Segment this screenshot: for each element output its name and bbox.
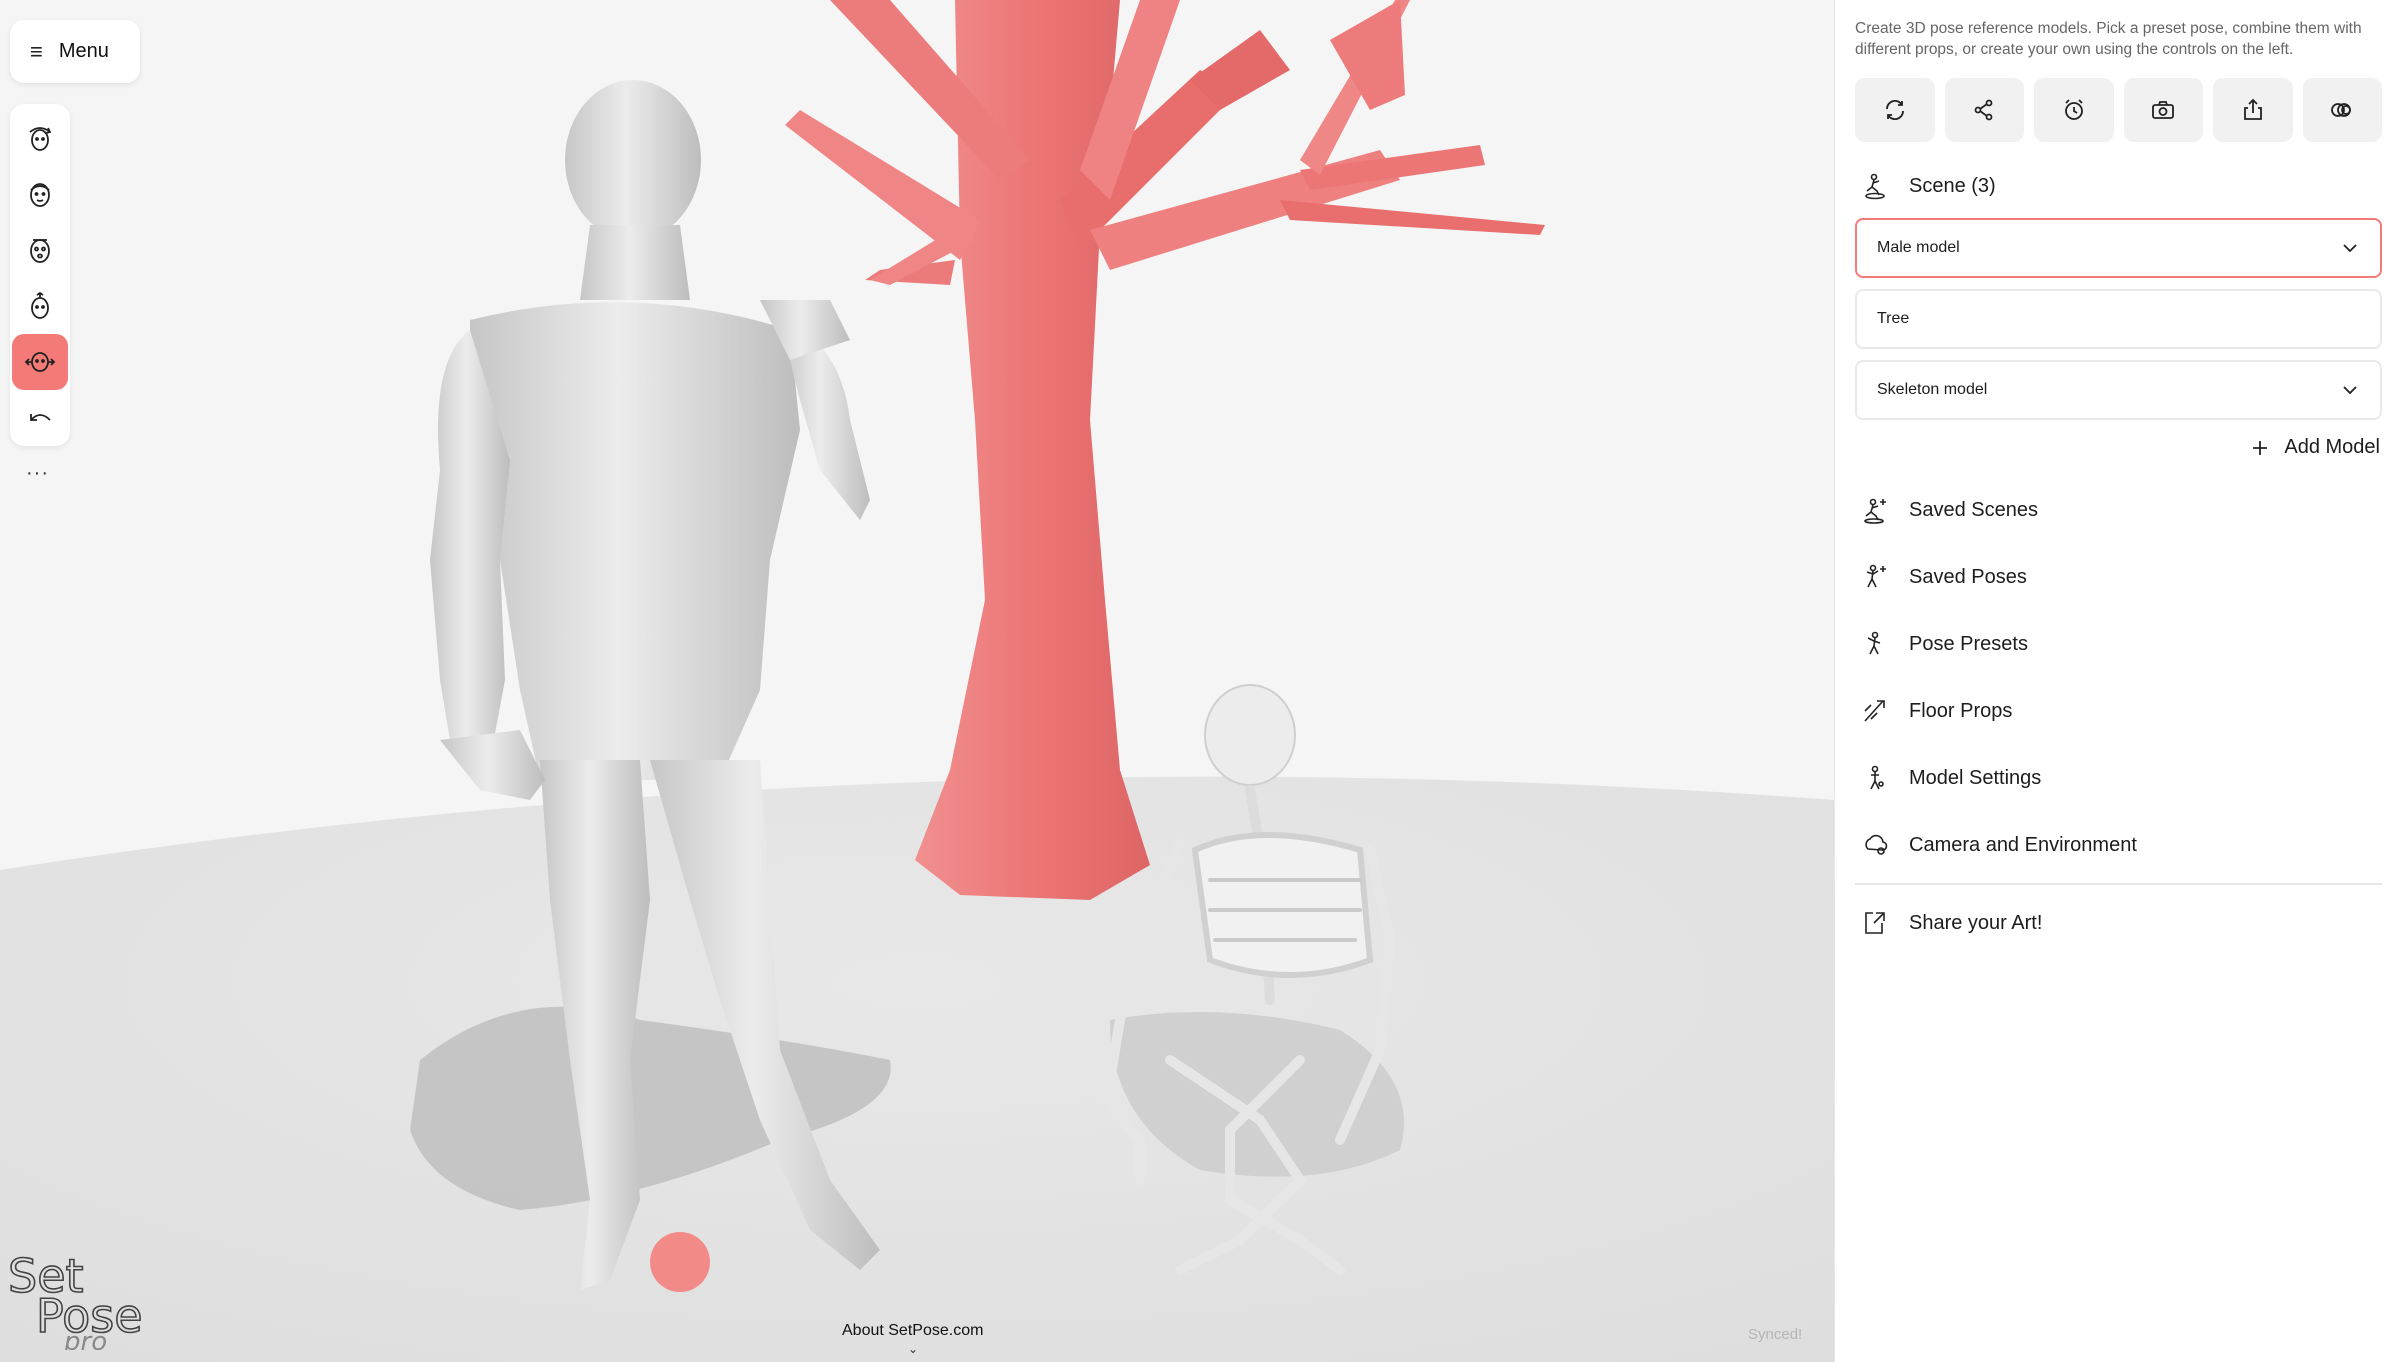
about-link[interactable]: About SetPose.com xyxy=(842,1322,983,1340)
rotate-head-tool[interactable] xyxy=(12,110,68,166)
head-tilt-icon xyxy=(31,291,49,319)
setpose-logo: Set Pose pro xyxy=(8,1250,143,1350)
timer-icon xyxy=(2064,99,2083,120)
divider xyxy=(1855,883,2382,885)
scene-header: Scene (3) xyxy=(1861,172,1996,200)
3d-viewport[interactable]: ≡ Menu ··· Set Pose pro About SetPose.co… xyxy=(0,0,1834,1362)
joint-handle xyxy=(650,1232,710,1292)
head-tilt-tool[interactable] xyxy=(12,278,68,334)
scene-title: Scene (3) xyxy=(1909,174,1996,197)
nav-model-settings[interactable]: Model Settings xyxy=(1861,764,2041,792)
share-button[interactable] xyxy=(1944,78,2024,142)
nav-camera-environment[interactable]: Camera and Environment xyxy=(1861,831,2137,859)
menu-label: Menu xyxy=(58,40,109,62)
gallery-button[interactable] xyxy=(2302,78,2382,142)
model-label: Tree xyxy=(1877,310,1910,327)
share-nodes-icon xyxy=(1974,99,1993,121)
nav-floor-props[interactable]: Floor Props xyxy=(1861,697,2012,725)
rotate-head-icon xyxy=(29,127,52,151)
side-panel: Create 3D pose reference models. Pick a … xyxy=(1834,0,2400,1362)
model-settings-icon xyxy=(1870,765,1884,790)
sync-status: Synced! xyxy=(1748,1326,1803,1343)
pose-presets-icon xyxy=(1867,631,1881,655)
face-expression-icon xyxy=(30,239,50,263)
screenshot-button[interactable] xyxy=(2123,78,2203,142)
pose-toolbar xyxy=(10,104,70,446)
face-front-icon xyxy=(30,183,50,207)
chevron-down-icon[interactable] xyxy=(2340,238,2360,258)
nav-label: Saved Poses xyxy=(1909,565,2027,588)
saved-scenes-icon xyxy=(1864,498,1886,524)
model-row-male[interactable]: Male model xyxy=(1855,218,2382,278)
face-front-tool[interactable] xyxy=(12,166,68,222)
hamburger-icon: ≡ xyxy=(30,38,43,64)
gallery-icon xyxy=(2331,103,2352,117)
export-icon xyxy=(2243,98,2262,120)
add-model-label: Add Model xyxy=(2284,436,2380,458)
scene-render[interactable] xyxy=(0,0,1834,1362)
menu-button[interactable]: ≡ Menu xyxy=(10,20,140,83)
intro-text: Create 3D pose reference models. Pick a … xyxy=(1855,20,2362,58)
camera-environment-icon xyxy=(1865,834,1888,855)
action-bar xyxy=(1855,78,2382,142)
chevron-down-icon[interactable]: ⌄ xyxy=(908,1342,918,1356)
more-options-icon[interactable]: ··· xyxy=(26,462,49,485)
timer-button[interactable] xyxy=(2034,78,2114,142)
plus-icon xyxy=(2253,440,2268,455)
nav-saved-poses[interactable]: Saved Poses xyxy=(1861,563,2027,591)
share-art-label: Share your Art! xyxy=(1909,911,2043,934)
svg-text:pro: pro xyxy=(63,1327,107,1350)
share-art-icon xyxy=(1865,912,1885,934)
add-model-button[interactable]: Add Model xyxy=(2250,436,2380,459)
model-label: Male model xyxy=(1877,239,1960,256)
ground-plane xyxy=(0,776,1834,1362)
camera-icon xyxy=(2152,101,2175,119)
nav-label: Model Settings xyxy=(1909,766,2042,789)
nav-label: Saved Scenes xyxy=(1909,498,2038,521)
share-art-button[interactable]: Share your Art! xyxy=(1861,909,2042,937)
model-label: Skeleton model xyxy=(1877,381,1988,398)
nav-label: Floor Props xyxy=(1909,699,2013,722)
model-row-tree[interactable]: Tree xyxy=(1855,289,2382,349)
nav-label: Camera and Environment xyxy=(1909,833,2137,856)
scene-icon xyxy=(1865,173,1885,200)
move-joint-icon xyxy=(24,352,56,372)
move-joint-tool[interactable] xyxy=(12,334,68,390)
undo-tool[interactable] xyxy=(12,390,68,446)
floor-props-icon xyxy=(1864,700,1885,722)
chevron-down-icon[interactable] xyxy=(2340,380,2360,400)
nav-pose-presets[interactable]: Pose Presets xyxy=(1861,630,2028,658)
nav-label: Pose Presets xyxy=(1909,632,2028,655)
refresh-icon xyxy=(1885,99,1904,121)
saved-poses-icon xyxy=(1866,564,1886,588)
model-row-skeleton[interactable]: Skeleton model xyxy=(1855,360,2382,420)
export-button[interactable] xyxy=(2213,78,2293,142)
undo-icon xyxy=(30,414,51,421)
refresh-button[interactable] xyxy=(1855,78,1935,142)
face-expression-tool[interactable] xyxy=(12,222,68,278)
nav-saved-scenes[interactable]: Saved Scenes xyxy=(1861,496,2038,524)
